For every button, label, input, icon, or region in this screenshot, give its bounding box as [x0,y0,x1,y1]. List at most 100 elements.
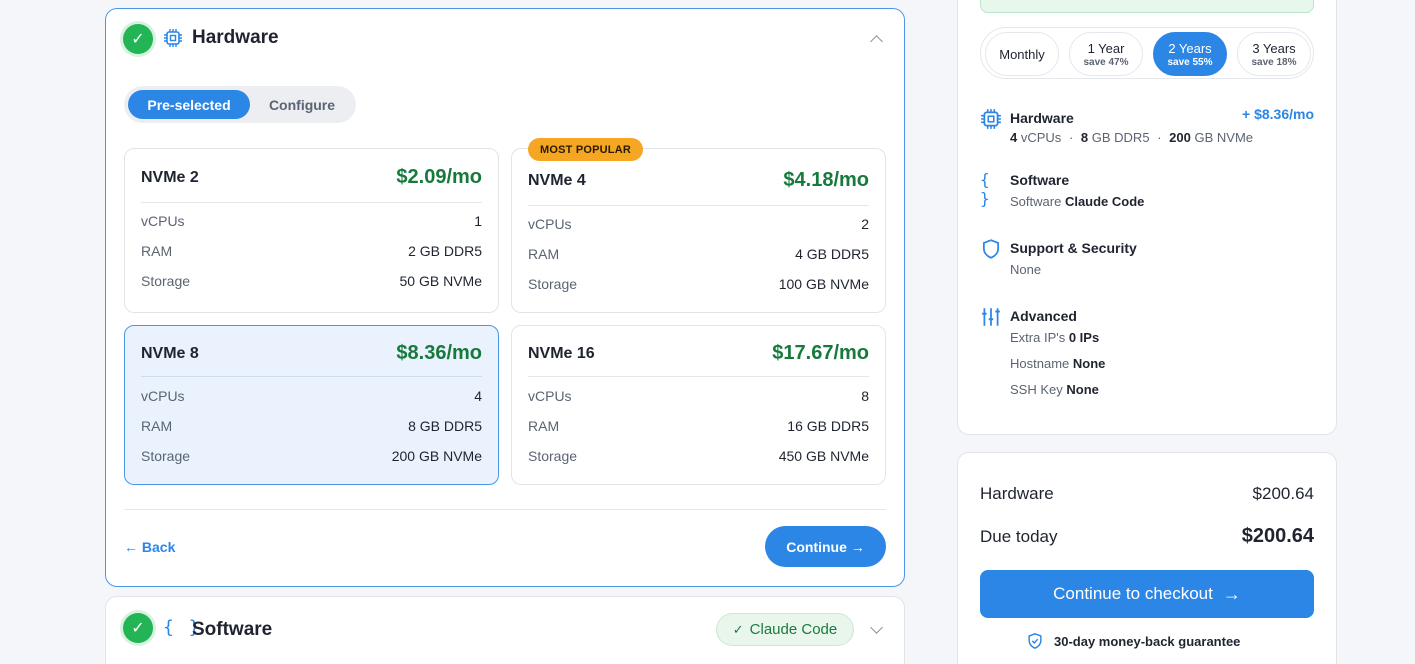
term-label: Monthly [999,46,1045,62]
spec-label: vCPUs [528,216,572,232]
ssh-key-value: None [1066,382,1099,397]
spec-label: RAM [528,418,560,434]
extra-ips-label: Extra IP's [1010,330,1066,345]
spec-row: RAM 8 GB DDR5 [141,418,482,438]
shield-icon [982,239,1000,259]
summary-software: { } Software Software Claude Code [980,170,1314,210]
spec-row: Storage 100 GB NVMe [528,276,869,296]
selected-software-label: Claude Code [749,621,838,638]
plan-card-nvme-2[interactable]: NVMe 2 $2.09/mo vCPUs 1 RAM 2 GB DDR5 Stor… [124,148,499,313]
cpu-icon [164,29,182,47]
completed-check-icon: ✓ [123,24,153,54]
plan-card-nvme-4[interactable]: MOST POPULAR NVMe 4 $4.18/mo vCPUs 2 RAM 4… [511,138,886,313]
spec-value: 50 GB NVMe [399,273,482,289]
summary-advanced-title: Advanced [1010,308,1077,324]
spec-value: 16 GB DDR5 [787,418,869,434]
term-savings: save 55% [1167,56,1213,68]
separator: · [1157,130,1162,145]
plan-price: $4.18/mo [783,169,869,191]
plan-name: NVMe 8 [141,345,199,362]
guarantee-text: 30-day money-back guarantee [1054,633,1241,649]
term-savings: save 47% [1083,56,1129,68]
term-savings: save 18% [1251,56,1297,68]
order-summary: Monthly 1 Year save 47% 2 Years save 55%… [957,0,1337,435]
term-monthly[interactable]: Monthly [985,32,1059,76]
summary-hardware: Hardware + $8.36/mo 4 vCPUs · 8 GB DDR5 … [980,106,1314,148]
plan-card-nvme-16[interactable]: NVMe 16 $17.67/mo vCPUs 8 RAM 16 GB DDR5 S… [511,325,886,485]
spec-row: RAM 4 GB DDR5 [528,246,869,266]
due-today-label: Due today [980,527,1058,546]
divider [528,376,869,377]
braces-icon: { } [980,170,991,208]
spec-value: 4 [474,388,482,404]
spec-row: Storage 200 GB NVMe [141,448,482,468]
plan-name: NVMe 16 [528,345,595,362]
check-icon: ✓ [732,621,744,637]
shield-check-icon [1028,633,1042,649]
term-1-year[interactable]: 1 Year save 47% [1069,32,1143,76]
summary-software-value: Software Claude Code [1010,194,1144,209]
spec-label: vCPUs [141,388,185,404]
summary-hardware-price: + $8.36/mo [1242,106,1314,122]
sliders-icon [982,308,1000,326]
software-section[interactable]: ✓ { } Software ✓ Claude Code [105,596,905,664]
disk-unit: GB NVMe [1194,130,1253,145]
software-name: Claude Code [1064,194,1145,209]
spec-label: RAM [528,246,560,262]
chevron-down-icon[interactable] [870,621,883,634]
spec-label: vCPUs [528,388,572,404]
ssh-key-label: SSH Key [1010,382,1063,397]
due-today-value: $200.64 [1241,525,1314,547]
spec-label: Storage [528,448,578,464]
term-label: 1 Year [1087,40,1125,56]
plan-price: $17.67/mo [772,342,869,364]
promo-banner [980,0,1314,13]
hostname-label: Hostname [1010,356,1070,371]
extra-ips-value: 0 IPs [1068,330,1100,345]
spec-row: vCPUs 8 [528,388,869,408]
cpu-unit: vCPUs [1020,130,1062,145]
term-2-years[interactable]: 2 Years save 55% [1153,32,1227,76]
disk-amount: 200 [1169,130,1191,145]
plan-card-nvme-8[interactable]: NVMe 8 $8.36/mo vCPUs 4 RAM 8 GB DDR5 Stor… [124,325,499,485]
spec-label: vCPUs [141,213,185,229]
checkout-button[interactable]: Continue to checkout → [980,570,1314,618]
tab-preselected[interactable]: Pre-selected [128,90,250,119]
spec-label: Storage [141,448,191,464]
hardware-section-title: Hardware [192,27,279,48]
continue-button[interactable]: Continue → [765,526,886,567]
spec-value: 2 GB DDR5 [408,243,482,259]
summary-support-title: Support & Security [1010,240,1137,256]
plan-price: $8.36/mo [396,342,482,364]
hostname-value: None [1072,356,1106,371]
spec-value: 2 [861,216,869,232]
software-section-title: Software [192,619,273,640]
ram-unit: GB DDR5 [1091,130,1150,145]
divider [141,202,482,203]
totals-hardware-label: Hardware [980,484,1054,503]
most-popular-badge: MOST POPULAR [528,138,644,161]
chevron-up-icon[interactable] [870,35,883,48]
checkout-button-label: Continue to checkout [1053,584,1213,603]
summary-software-title: Software [1010,172,1070,188]
spec-row: vCPUs 4 [141,388,482,408]
plan-name: NVMe 4 [528,172,586,189]
summary-hardware-title: Hardware [1010,110,1074,126]
spec-value: 8 GB DDR5 [408,418,482,434]
back-link[interactable]: ← Back [124,539,175,555]
extra-ips-row: Extra IP's 0 IPs [1010,330,1099,345]
spec-value: 100 GB NVMe [778,276,869,292]
plan-name: NVMe 2 [141,169,199,186]
spec-row: Storage 50 GB NVMe [141,273,482,293]
billing-term-selector: Monthly 1 Year save 47% 2 Years save 55%… [980,27,1314,79]
spec-row: vCPUs 2 [528,216,869,236]
summary-advanced: Advanced Extra IP's 0 IPs Hostname None … [980,306,1314,397]
spec-row: RAM 2 GB DDR5 [141,243,482,263]
selected-software-pill: ✓ Claude Code [716,613,854,646]
spec-row: vCPUs 1 [141,213,482,233]
spec-label: Storage [528,276,578,292]
arrow-right-icon: → [1222,583,1241,604]
tab-configure[interactable]: Configure [252,90,352,119]
hardware-section-header[interactable]: ✓ Hardware [106,9,904,69]
term-3-years[interactable]: 3 Years save 18% [1237,32,1311,76]
